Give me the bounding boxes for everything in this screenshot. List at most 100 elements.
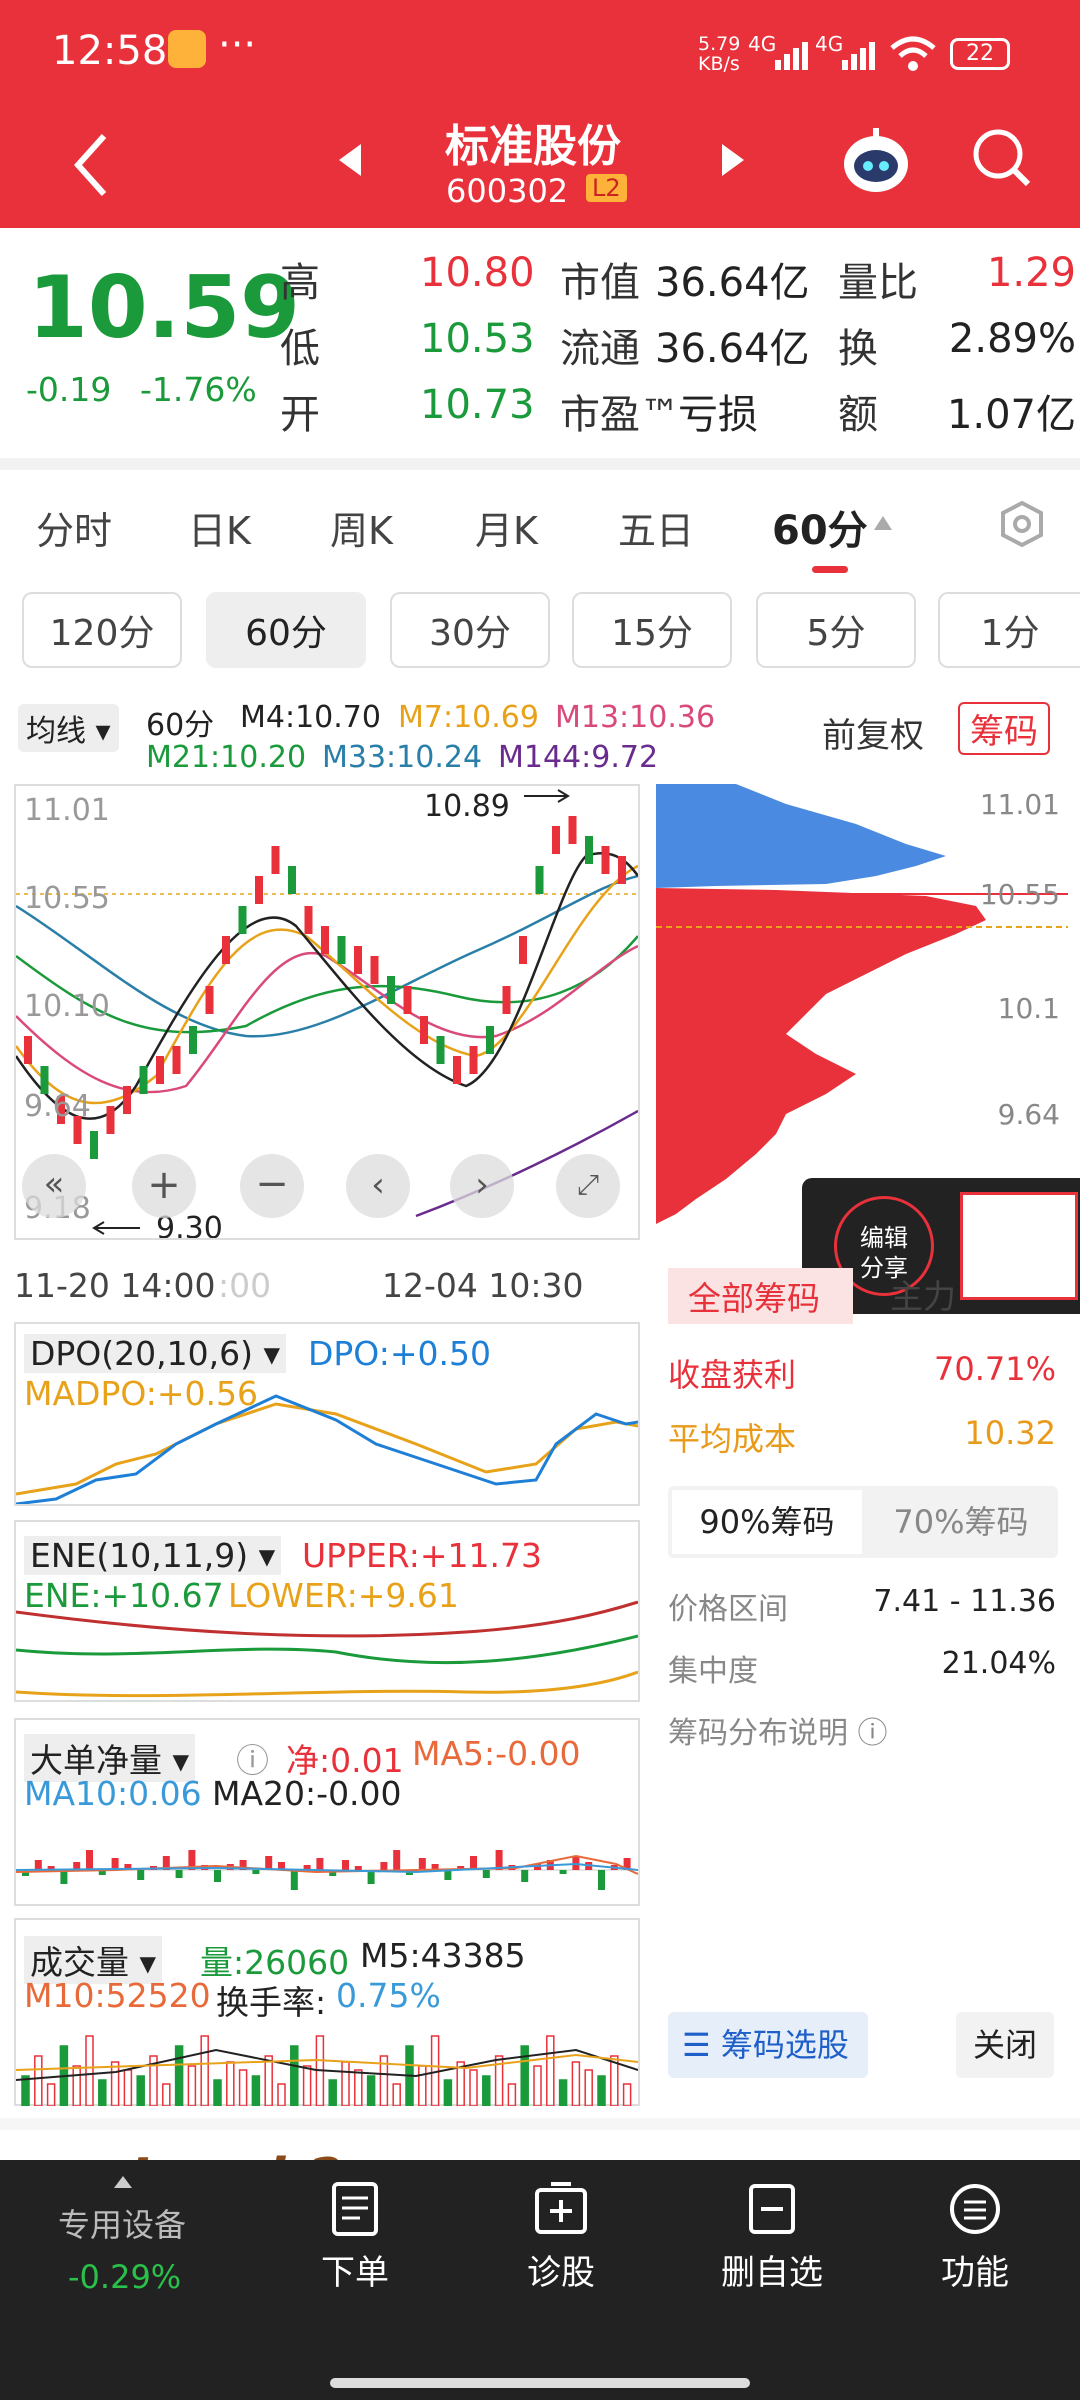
candle bbox=[568, 816, 577, 844]
dpo-panel[interactable]: DPO(20,10,6) ▾ DPO:+0.50 MADPO:+0.56 bbox=[14, 1322, 640, 1506]
back-arrow-icon[interactable] bbox=[70, 130, 110, 200]
date-suffix: :00 bbox=[218, 1266, 272, 1305]
volume-bar bbox=[341, 2061, 350, 2106]
big-order-bar bbox=[342, 1860, 349, 1870]
volume-bar bbox=[520, 2045, 529, 2106]
caret-up-icon bbox=[874, 516, 892, 530]
quote-label: 量比 bbox=[838, 260, 918, 306]
dpo-selector[interactable]: DPO(20,10,6) ▾ bbox=[24, 1334, 287, 1373]
ene-panel[interactable]: ENE(10,11,9) ▾ UPPER:+11.73 ENE:+10.67 L… bbox=[14, 1520, 640, 1702]
candle bbox=[156, 1056, 164, 1084]
battery-icon: 22 bbox=[950, 38, 1010, 70]
signal-icon bbox=[775, 42, 808, 70]
prev-stock-icon[interactable] bbox=[335, 140, 365, 180]
candle bbox=[172, 1046, 181, 1074]
volume-panel[interactable]: 成交量 ▾ 量:26060 M5:43385 M10:52520 换手率: 0.… bbox=[14, 1918, 640, 2106]
dpo-value: DPO:+0.50 bbox=[308, 1334, 491, 1373]
fullscreen-button[interactable]: ⤢ bbox=[556, 1154, 620, 1218]
home-indicator[interactable] bbox=[330, 2378, 750, 2388]
tab-week-k[interactable]: 周K bbox=[330, 500, 393, 555]
ma-m7: M7:10.69 bbox=[398, 700, 539, 735]
divider bbox=[0, 458, 1080, 470]
search-icon[interactable] bbox=[970, 126, 1034, 190]
kline-chart[interactable]: 11.01 10.55 10.10 9.64 9.18 10.89 9.30 «… bbox=[14, 784, 640, 1246]
big-order-bar bbox=[354, 1866, 362, 1870]
volume-bars bbox=[16, 2035, 638, 2106]
robot-assistant-icon[interactable] bbox=[840, 124, 912, 196]
pill-60min[interactable]: 60分 bbox=[206, 592, 366, 668]
chip-stock-pick-button[interactable]: ☰ 筹码选股 bbox=[668, 2012, 868, 2078]
tab-all-chips[interactable]: 全部筹码 bbox=[668, 1268, 853, 1324]
tab-month-k[interactable]: 月K bbox=[475, 500, 538, 555]
candle bbox=[321, 926, 329, 954]
candle bbox=[535, 866, 544, 894]
nav-diagnose[interactable]: 诊股 bbox=[506, 2182, 616, 2294]
nav-order[interactable]: 下单 bbox=[300, 2182, 410, 2294]
quote-label: 市值 bbox=[560, 260, 640, 306]
candle bbox=[502, 986, 511, 1014]
chip-distribution-chart: 11.01 10.55 10.1 9.64 bbox=[656, 784, 1068, 1224]
chip-toggle-button[interactable]: 筹码 bbox=[958, 702, 1050, 755]
candle bbox=[255, 876, 263, 904]
volume-bar bbox=[354, 2069, 363, 2106]
tab-60min[interactable]: 60分 bbox=[772, 498, 868, 556]
tab-five-day[interactable]: 五日 bbox=[618, 500, 694, 555]
pill-15min[interactable]: 15分 bbox=[572, 592, 732, 668]
quote-label: 换 bbox=[838, 326, 878, 372]
candle bbox=[271, 846, 280, 874]
scroll-left-button[interactable]: ‹ bbox=[346, 1154, 410, 1218]
next-stock-icon[interactable] bbox=[718, 140, 748, 180]
pill-30min[interactable]: 30分 bbox=[390, 592, 550, 668]
tab-day-k[interactable]: 日K bbox=[188, 500, 251, 555]
quote-value: 亏损 bbox=[678, 392, 758, 438]
ene-upper: UPPER:+11.73 bbox=[302, 1536, 542, 1575]
chip-percent-switch: 90%筹码 70%筹码 bbox=[668, 1486, 1058, 1558]
chip-70-tab[interactable]: 70%筹码 bbox=[866, 1490, 1056, 1554]
big-order-bar bbox=[598, 1870, 605, 1890]
zoom-in-button[interactable]: + bbox=[132, 1154, 196, 1218]
zoom-out-button[interactable]: − bbox=[240, 1154, 304, 1218]
candle bbox=[288, 866, 296, 894]
candle bbox=[469, 1046, 478, 1074]
y-label: 10.10 bbox=[24, 989, 110, 1024]
nav-functions-label: 功能 bbox=[941, 2253, 1009, 2293]
signal-4g-label-2: 4G bbox=[815, 32, 844, 56]
nav-functions[interactable]: 功能 bbox=[920, 2182, 1030, 2294]
level2-badge: L2 bbox=[586, 174, 627, 202]
big-order-bar bbox=[60, 1870, 68, 1884]
sector-name[interactable]: 专用设备 bbox=[58, 2200, 186, 2246]
settings-hexagon-icon[interactable] bbox=[998, 500, 1046, 548]
chip-explain-link[interactable]: 筹码分布说明 ⓘ bbox=[668, 1708, 888, 1752]
stock-code: 600302 bbox=[446, 172, 569, 210]
quote-value: 36.64亿 bbox=[655, 326, 810, 372]
pill-120min[interactable]: 120分 bbox=[22, 592, 182, 668]
pill-1min[interactable]: 1分 bbox=[938, 592, 1080, 668]
candle bbox=[436, 1036, 445, 1064]
nav-remove-watchlist[interactable]: 删自选 bbox=[712, 2182, 832, 2294]
tab-fenshi[interactable]: 分时 bbox=[36, 500, 112, 555]
date-start: 11-20 14:00 bbox=[14, 1266, 216, 1305]
pill-5min[interactable]: 5分 bbox=[756, 592, 916, 668]
dpo-lines bbox=[16, 1394, 638, 1504]
ma-selector[interactable]: 均线 ▾ bbox=[18, 704, 119, 752]
ene-selector[interactable]: ENE(10,11,9) ▾ bbox=[24, 1536, 282, 1575]
big-order-bar bbox=[86, 1850, 93, 1870]
big-order-bar bbox=[175, 1870, 183, 1878]
big-order-panel[interactable]: 大单净量 ▾ ⓘ 净:0.01 MA5:-0.00 MA10:0.06 MA20… bbox=[14, 1718, 640, 1906]
volume-bar bbox=[123, 2069, 133, 2106]
fq-toggle[interactable]: 前复权 bbox=[822, 708, 924, 757]
chip-90-tab[interactable]: 90%筹码 bbox=[672, 1490, 862, 1554]
remove-icon bbox=[749, 2184, 795, 2234]
ene-lines bbox=[16, 1600, 638, 1698]
wifi-icon bbox=[890, 36, 936, 71]
bottom-nav: 专用设备 -0.29% 下单 诊股 删自选 功能 bbox=[0, 2160, 1080, 2400]
active-tab-indicator bbox=[812, 566, 848, 573]
chip-svg: 11.01 10.55 10.1 9.64 bbox=[656, 784, 1068, 1224]
big-order-bar bbox=[290, 1870, 298, 1890]
close-chips-button[interactable]: 关闭 bbox=[956, 2012, 1054, 2078]
screenshot-thumbnail[interactable] bbox=[960, 1192, 1078, 1300]
scroll-right-button[interactable]: › bbox=[450, 1154, 514, 1218]
scroll-left-fast-button[interactable]: « bbox=[22, 1154, 86, 1218]
chip-y-label: 10.55 bbox=[980, 878, 1060, 911]
tab-main-chips[interactable]: 主力 bbox=[890, 1270, 956, 1318]
